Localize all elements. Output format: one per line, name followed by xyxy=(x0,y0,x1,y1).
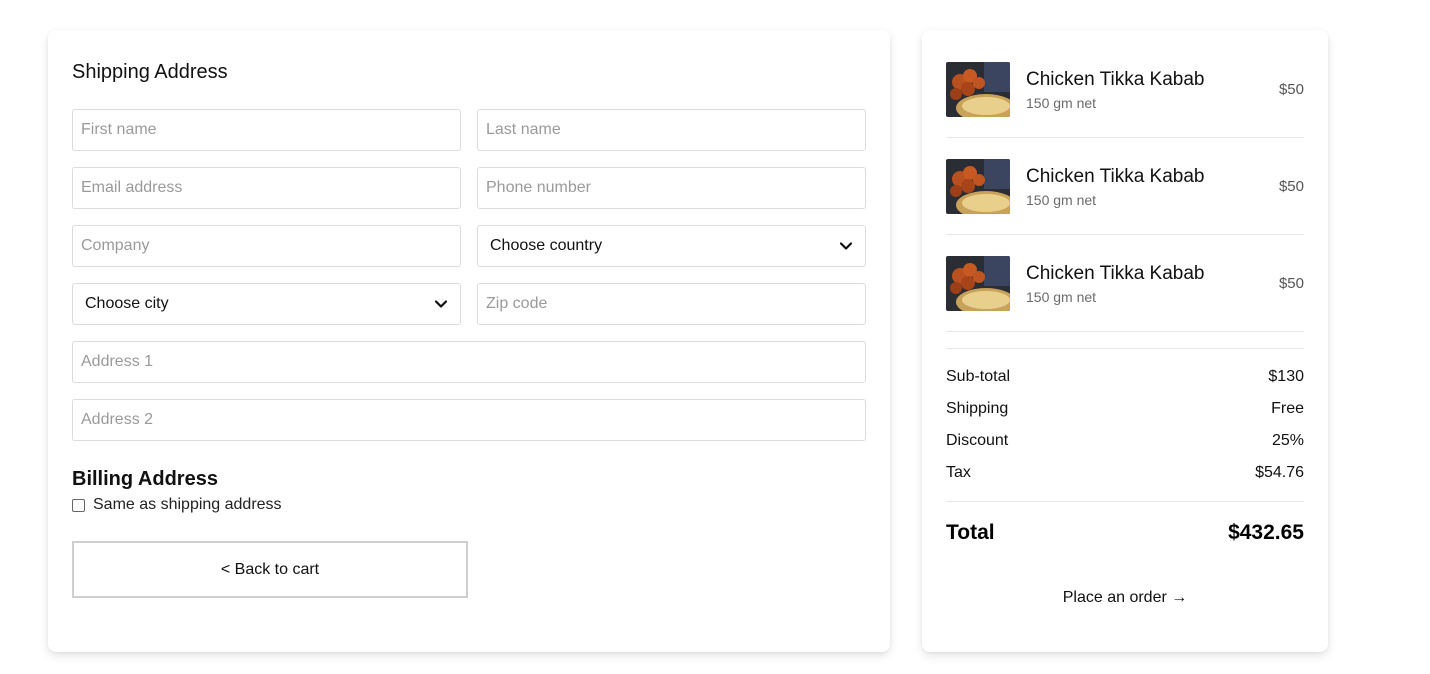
subtotal-row: Sub-total $130 xyxy=(946,368,1304,386)
cart-item: Chicken Tikka Kabab 150 gm net $50 xyxy=(946,256,1304,353)
zip-code-input[interactable] xyxy=(477,283,866,325)
shipping-label: Shipping xyxy=(946,400,1009,417)
item-name: Chicken Tikka Kabab xyxy=(1026,166,1205,187)
item-name: Chicken Tikka Kabab xyxy=(1026,69,1205,90)
chevron-down-icon xyxy=(839,242,853,250)
tax-label: Tax xyxy=(946,464,971,481)
divider xyxy=(946,348,1304,349)
cart-item: Chicken Tikka Kabab 150 gm net $50 xyxy=(946,62,1304,159)
subtotal-label: Sub-total xyxy=(946,368,1011,385)
discount-value: 25% xyxy=(1271,432,1304,449)
tax-value: $54.76 xyxy=(1255,464,1304,481)
place-order-label: Place an order → xyxy=(1062,589,1188,606)
shipping-row: Shipping Free xyxy=(946,400,1304,418)
divider xyxy=(946,501,1304,502)
divider xyxy=(946,331,1304,332)
chevron-down-icon xyxy=(434,300,448,308)
checkout-form-card: Shipping Address Choose country Choose c… xyxy=(48,30,890,652)
subtotal-value: $130 xyxy=(1268,368,1304,385)
same-as-shipping-row[interactable]: Same as shipping address xyxy=(72,496,282,514)
city-select[interactable]: Choose city xyxy=(72,283,461,325)
item-price: $50 xyxy=(1278,81,1304,98)
tax-row: Tax $54.76 xyxy=(946,464,1304,482)
company-input[interactable] xyxy=(72,225,461,267)
address-2-input[interactable] xyxy=(72,399,866,441)
item-price: $50 xyxy=(1278,275,1304,292)
order-summary-card: Chicken Tikka Kabab 150 gm net $50 Chick… xyxy=(922,30,1328,652)
discount-label: Discount xyxy=(946,432,1009,449)
country-select-value: Choose country xyxy=(490,237,603,254)
shipping-value: Free xyxy=(1271,400,1304,417)
item-price: $50 xyxy=(1278,178,1304,195)
food-image xyxy=(946,62,1010,117)
item-weight: 150 gm net xyxy=(1026,95,1097,111)
food-image xyxy=(946,159,1010,214)
first-name-input[interactable] xyxy=(72,109,461,151)
cart-item: Chicken Tikka Kabab 150 gm net $50 xyxy=(946,159,1304,256)
back-to-cart-label: < Back to cart xyxy=(220,560,320,578)
country-select[interactable]: Choose country xyxy=(477,225,866,267)
city-select-value: Choose city xyxy=(85,295,169,312)
food-image xyxy=(946,256,1010,311)
total-label: Total xyxy=(946,521,995,544)
item-weight: 150 gm net xyxy=(1026,289,1097,305)
shipping-address-heading: Shipping Address xyxy=(72,61,228,83)
item-name: Chicken Tikka Kabab xyxy=(1026,263,1205,284)
place-order-button[interactable]: Place an order → xyxy=(922,589,1328,607)
last-name-input[interactable] xyxy=(477,109,866,151)
billing-address-heading: Billing Address xyxy=(72,468,218,490)
email-input[interactable] xyxy=(72,167,461,209)
same-as-shipping-checkbox[interactable] xyxy=(72,498,85,512)
item-weight: 150 gm net xyxy=(1026,192,1097,208)
divider xyxy=(946,234,1304,235)
same-as-shipping-label: Same as shipping address xyxy=(93,496,282,513)
divider xyxy=(946,137,1304,138)
phone-input[interactable] xyxy=(477,167,866,209)
back-to-cart-button[interactable]: < Back to cart xyxy=(72,541,468,598)
discount-row: Discount 25% xyxy=(946,432,1304,450)
address-1-input[interactable] xyxy=(72,341,866,383)
total-value: $432.65 xyxy=(1228,521,1304,544)
total-row: Total $432.65 xyxy=(946,521,1304,545)
